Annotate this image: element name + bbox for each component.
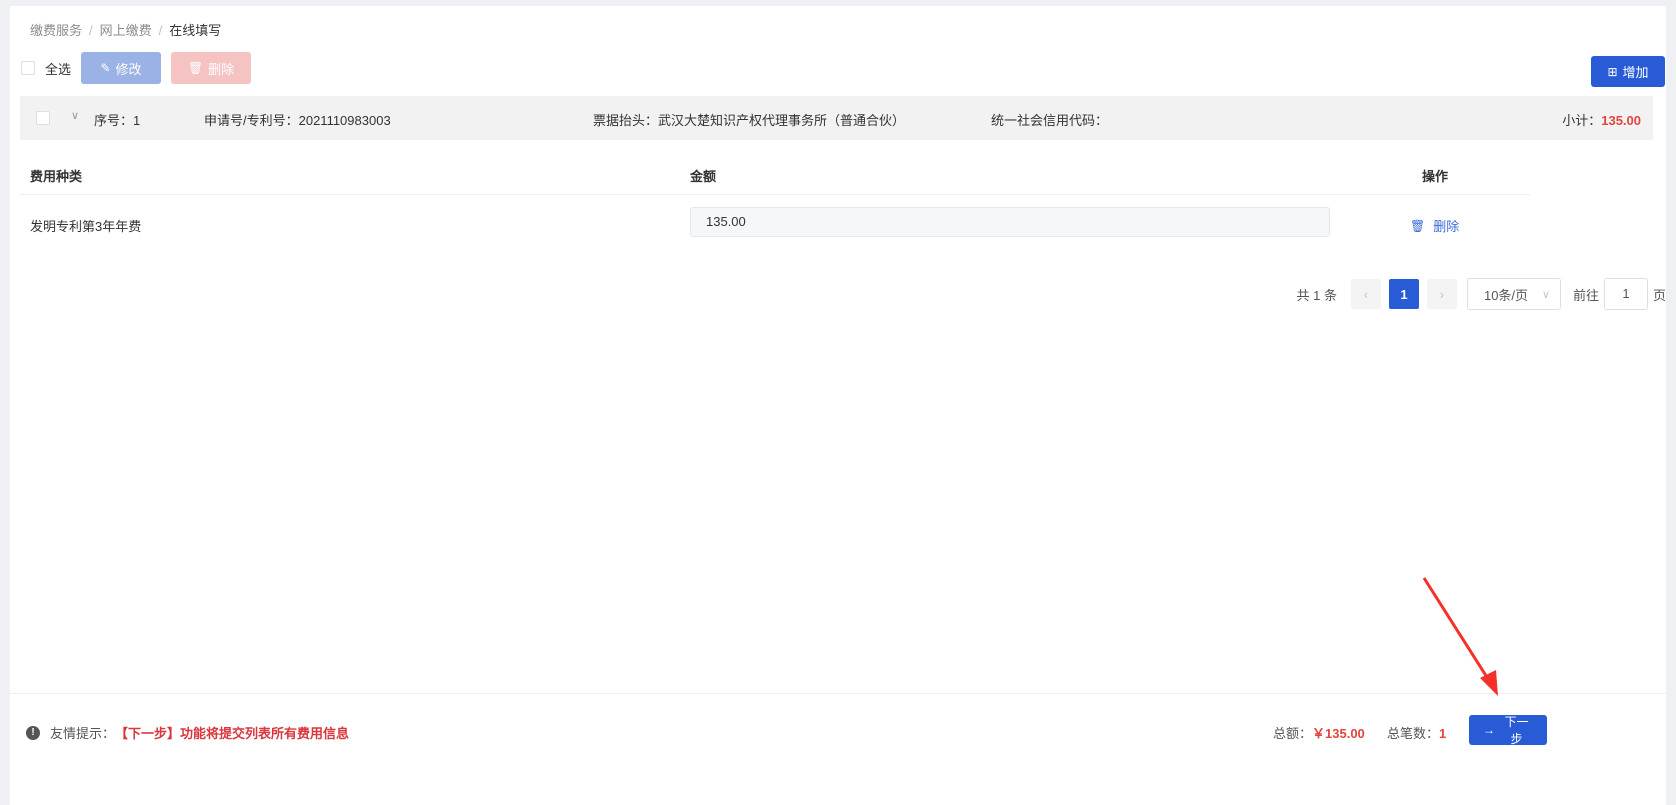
folder-add-icon: ⊞: [1607, 64, 1618, 79]
subtotal-value: 135.00: [1601, 113, 1641, 128]
trash-icon: 🗑: [1410, 218, 1426, 233]
tip-message: 【下一步】功能将提交列表所有费用信息: [115, 726, 350, 741]
table-row: 发明专利第3年年费 135.00 🗑 删除: [20, 196, 1530, 254]
breadcrumb-item-online-pay[interactable]: 网上缴费: [100, 20, 152, 39]
group-credit-code: 统一社会信用代码：: [991, 113, 1109, 128]
select-all-label: 全选: [45, 61, 72, 77]
tip: ! 友情提示： 【下一步】功能将提交列表所有费用信息: [26, 723, 349, 742]
fee-group-header: ∨ 序号：1 申请号/专利号：2021110983003 票据抬头：武汉大楚知识…: [20, 96, 1653, 140]
pagination-total: 共 1 条: [1296, 287, 1337, 303]
group-app-no-text: 申请号/专利号：2021110983003: [204, 113, 391, 128]
page-size-select[interactable]: 10条/页 ∨: [1466, 278, 1561, 310]
chevron-down-icon: ∨: [1541, 288, 1550, 301]
group-invoice-title: 票据抬头：武汉大楚知识产权代理事务所（普通合伙）: [593, 113, 906, 128]
delete-button-label: 删除: [208, 61, 235, 77]
total-count-value: 1: [1439, 726, 1447, 741]
amount-input[interactable]: 135.00: [690, 207, 1330, 237]
breadcrumb: 缴费服务 / 网上缴费 / 在线填写: [30, 20, 221, 39]
breadcrumb-separator: /: [158, 23, 163, 38]
group-checkbox[interactable]: [36, 111, 50, 125]
info-icon: !: [26, 725, 40, 740]
add-button[interactable]: ⊞ 增加: [1591, 56, 1665, 87]
page-size-value: 10条/页: [1483, 287, 1529, 303]
column-header-fee-type: 费用种类: [30, 169, 83, 184]
edit-icon: ✎: [100, 61, 111, 75]
total-amount: 总额：￥135.00: [1273, 723, 1365, 742]
toolbar: 全选 ✎ 修改 🗑 删除: [21, 52, 252, 84]
total-amount-label: 总额：: [1273, 726, 1313, 741]
row-delete-label: 删除: [1433, 219, 1460, 234]
group-subtotal: 小计：135.00: [1562, 110, 1641, 129]
footer-bar: ! 友情提示： 【下一步】功能将提交列表所有费用信息 总额：￥135.00 总笔…: [10, 693, 1666, 805]
column-header-action: 操作: [1422, 169, 1449, 184]
arrow-right-icon: →: [1483, 723, 1495, 737]
tip-label: 友情提示：: [50, 726, 116, 741]
breadcrumb-item-service[interactable]: 缴费服务: [30, 20, 82, 39]
next-step-button[interactable]: → 下一步: [1469, 715, 1547, 746]
goto-label: 前往: [1572, 287, 1599, 303]
pagination: 共 1 条 ‹ 1 › 10条/页 ∨ 前往 1 页: [1296, 278, 1666, 310]
add-button-label: 增加: [1622, 65, 1649, 80]
subtotal-label: 小计：: [1562, 113, 1602, 128]
column-header-amount: 金额: [690, 169, 717, 184]
next-step-label: 下一步: [1504, 715, 1529, 746]
edit-button-label: 修改: [115, 61, 142, 77]
goto-page-input[interactable]: 1: [1603, 278, 1648, 310]
total-count-label: 总笔数：: [1387, 726, 1440, 741]
edit-button[interactable]: ✎ 修改: [81, 52, 162, 84]
select-all-checkbox[interactable]: [21, 61, 35, 75]
page-number-button[interactable]: 1: [1388, 279, 1419, 309]
breadcrumb-item-current: 在线填写: [169, 23, 222, 38]
row-delete-link[interactable]: 🗑 删除: [1410, 216, 1459, 235]
next-page-button[interactable]: ›: [1426, 279, 1457, 309]
trash-icon: 🗑: [187, 61, 204, 75]
prev-page-button[interactable]: ‹: [1350, 279, 1381, 309]
breadcrumb-separator: /: [89, 23, 93, 38]
fee-table-header: 费用种类 金额 操作: [20, 153, 1530, 195]
group-seq: 序号：1: [94, 113, 141, 128]
page-unit-label: 页: [1652, 287, 1666, 303]
fee-type-cell: 发明专利第3年年费: [30, 219, 142, 234]
group-app-no: 申请号/专利号：2021110983003: [204, 110, 391, 129]
total-count: 总笔数：1: [1387, 723, 1446, 742]
delete-button[interactable]: 🗑 删除: [171, 52, 252, 84]
select-all[interactable]: 全选: [21, 59, 71, 78]
chevron-down-icon[interactable]: ∨: [71, 109, 79, 122]
total-amount-value: ￥135.00: [1312, 726, 1365, 741]
